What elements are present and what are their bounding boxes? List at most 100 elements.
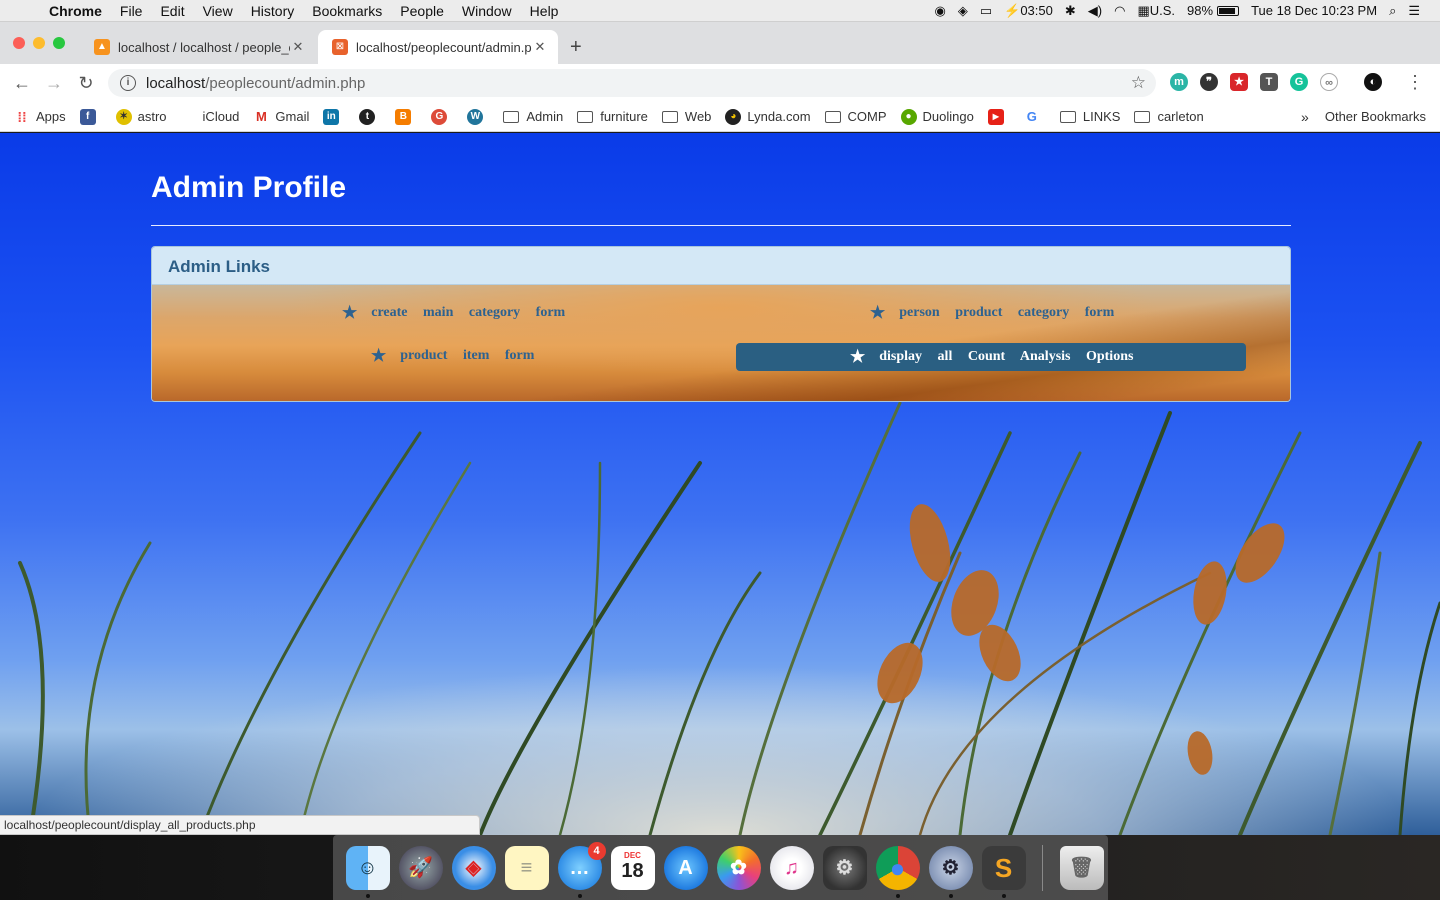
extension-m-icon[interactable]: m xyxy=(1170,73,1188,91)
messages-icon[interactable]: … 4 xyxy=(557,841,606,898)
tab-phpmyadmin[interactable]: ▲ localhost / localhost / people_c ✕ xyxy=(80,30,316,64)
link-person-product-category-form[interactable]: ★ person product category form xyxy=(870,303,1114,323)
menu-window[interactable]: Window xyxy=(453,3,521,19)
other-bookmarks-folder[interactable]: Other Bookmarks xyxy=(1325,109,1426,124)
menu-help[interactable]: Help xyxy=(521,3,568,19)
bookmark-label: Duolingo xyxy=(922,109,974,124)
bookmark-label: Web xyxy=(684,109,712,124)
bookmark-label: astro xyxy=(137,109,167,124)
chrome-menu-icon[interactable]: ⋮ xyxy=(1406,72,1424,93)
maximize-window-button[interactable] xyxy=(53,37,65,49)
bluetooth-icon[interactable]: ✱ xyxy=(1059,3,1082,19)
battery-time[interactable]: ⚡ 03:50 xyxy=(998,3,1059,19)
extension-t-icon[interactable]: T xyxy=(1260,73,1278,91)
apps-grid-icon: ⁞⁞ xyxy=(14,108,30,125)
reload-icon[interactable]: ↻ xyxy=(70,73,102,94)
menu-people[interactable]: People xyxy=(391,3,453,19)
menu-edit[interactable]: Edit xyxy=(151,3,193,19)
menu-bookmarks[interactable]: Bookmarks xyxy=(303,3,391,19)
bookmark-google-plus[interactable]: G xyxy=(431,108,453,125)
bookmark-icloud[interactable]: iCloud xyxy=(180,108,239,125)
clock[interactable]: Tue 18 Dec 10:23 PM xyxy=(1245,3,1383,18)
bookmarks-bar: ⁞⁞ Apps f ✶ astro iCloud M Gmail in t B G W… xyxy=(0,102,1440,132)
shazam-icon[interactable]: ◉ xyxy=(929,3,952,19)
new-tab-button[interactable]: + xyxy=(570,36,582,59)
bookmark-star-icon[interactable]: ☆ xyxy=(1131,73,1146,93)
link-product-item-form[interactable]: ★ product item form xyxy=(371,346,534,366)
close-tab-icon[interactable]: ✕ xyxy=(290,39,306,55)
menu-file[interactable]: File xyxy=(111,3,152,19)
extension-red-icon[interactable]: ★ xyxy=(1230,73,1248,91)
back-icon[interactable]: ← xyxy=(6,73,38,94)
tab-admin[interactable]: ⊠ localhost/peoplecount/admin.p ✕ xyxy=(318,30,558,64)
bookmark-blogger[interactable]: B xyxy=(395,108,417,125)
bookmark-wordpress[interactable]: W xyxy=(467,108,489,125)
app-store-icon[interactable]: A xyxy=(663,845,708,890)
folder-icon xyxy=(1059,110,1076,123)
tab-title: localhost / localhost / people_c xyxy=(118,39,290,55)
display-icon[interactable]: ▭ xyxy=(974,3,998,19)
bookmark-tumblr[interactable]: t xyxy=(359,108,381,125)
bookmark-linkedin[interactable]: in xyxy=(323,108,345,125)
launchpad-icon[interactable]: 🚀 xyxy=(398,845,443,890)
link-create-main-category-form[interactable]: ★ create main category form xyxy=(342,303,565,323)
forward-icon[interactable]: → xyxy=(38,73,70,94)
profile-avatar[interactable]: ◐ xyxy=(1364,73,1382,91)
close-tab-icon[interactable]: ✕ xyxy=(532,39,548,55)
notification-center-icon[interactable]: ☰ xyxy=(1402,3,1426,19)
bookmark-duolingo[interactable]: ● Duolingo xyxy=(900,108,974,125)
browser-toolbar: ← → ↻ i localhost/peoplecount/admin.php … xyxy=(0,64,1440,102)
chrome-icon[interactable]: ● xyxy=(875,845,920,898)
photos-icon[interactable]: ✿ xyxy=(716,845,761,890)
site-info-icon[interactable]: i xyxy=(120,75,136,91)
trash-icon[interactable]: 🗑 xyxy=(1059,845,1104,890)
safari-icon[interactable]: ◈ xyxy=(451,845,496,890)
volume-icon[interactable]: ◀) xyxy=(1082,3,1108,19)
xampp-favicon-icon: ⊠ xyxy=(332,39,348,55)
itunes-icon[interactable]: ♫ xyxy=(769,845,814,890)
close-window-button[interactable] xyxy=(13,37,25,49)
youtube-icon: ▶ xyxy=(987,108,1004,125)
extension-bike-icon[interactable]: ∞ xyxy=(1320,73,1338,91)
bookmark-folder-carleton[interactable]: carleton xyxy=(1134,109,1204,124)
bookmark-folder-links[interactable]: LINKS xyxy=(1059,109,1120,124)
bookmark-lynda[interactable]: ◕ Lynda.com xyxy=(725,108,811,125)
linkedin-icon: in xyxy=(323,108,340,125)
bookmark-youtube[interactable]: ▶ xyxy=(987,108,1010,125)
bookmark-label: Admin xyxy=(526,109,564,124)
calendar-icon[interactable]: DEC 18 xyxy=(610,845,655,890)
bookmark-folder-comp[interactable]: COMP xyxy=(824,109,887,124)
bookmark-apps[interactable]: ⁞⁞ Apps xyxy=(14,108,66,125)
utilities-gear-icon[interactable]: ⚙ xyxy=(928,845,973,898)
bookmark-astro[interactable]: ✶ astro xyxy=(115,108,167,125)
bookmark-folder-web[interactable]: Web xyxy=(661,109,712,124)
menu-view[interactable]: View xyxy=(194,3,242,19)
sublime-text-icon[interactable]: S xyxy=(981,845,1026,898)
address-bar[interactable]: i localhost/peoplecount/admin.php ☆ xyxy=(108,69,1156,97)
finder-icon[interactable]: ☺ xyxy=(345,845,390,898)
minimize-window-button[interactable] xyxy=(33,37,45,49)
tab-title: localhost/peoplecount/admin.p xyxy=(356,39,532,55)
extension-quote-icon[interactable]: ❞ xyxy=(1200,73,1218,91)
link-display-all-count-analysis-options[interactable]: ★ display all Count Analysis Options xyxy=(736,343,1246,371)
bookmark-gmail[interactable]: M Gmail xyxy=(253,108,309,125)
notes-icon[interactable]: ≡ xyxy=(504,845,549,890)
menu-app-chrome[interactable]: Chrome xyxy=(40,3,111,19)
spotlight-icon[interactable]: ⌕ xyxy=(1383,3,1402,19)
bookmarks-overflow-button[interactable]: » xyxy=(1301,109,1309,125)
layers-icon[interactable]: ◈ xyxy=(952,3,974,19)
input-source[interactable]: ▦ U.S. xyxy=(1131,3,1181,19)
bookmark-facebook[interactable]: f xyxy=(79,108,102,125)
bookmark-folder-admin[interactable]: Admin xyxy=(503,109,563,124)
battery-time-text: 03:50 xyxy=(1020,3,1053,18)
system-preferences-icon[interactable]: ⚙ xyxy=(822,845,867,890)
grammarly-icon[interactable]: G xyxy=(1290,73,1308,91)
menu-history[interactable]: History xyxy=(242,3,304,19)
wifi-icon[interactable]: ◠ xyxy=(1108,3,1131,19)
bookmark-folder-furniture[interactable]: furniture xyxy=(577,109,648,124)
apple-icon xyxy=(180,108,197,125)
battery-status[interactable]: 98% xyxy=(1181,3,1245,18)
phpmyadmin-favicon-icon: ▲ xyxy=(94,39,110,55)
bookmark-google[interactable]: G xyxy=(1023,108,1046,125)
bookmark-label: COMP xyxy=(847,109,887,124)
